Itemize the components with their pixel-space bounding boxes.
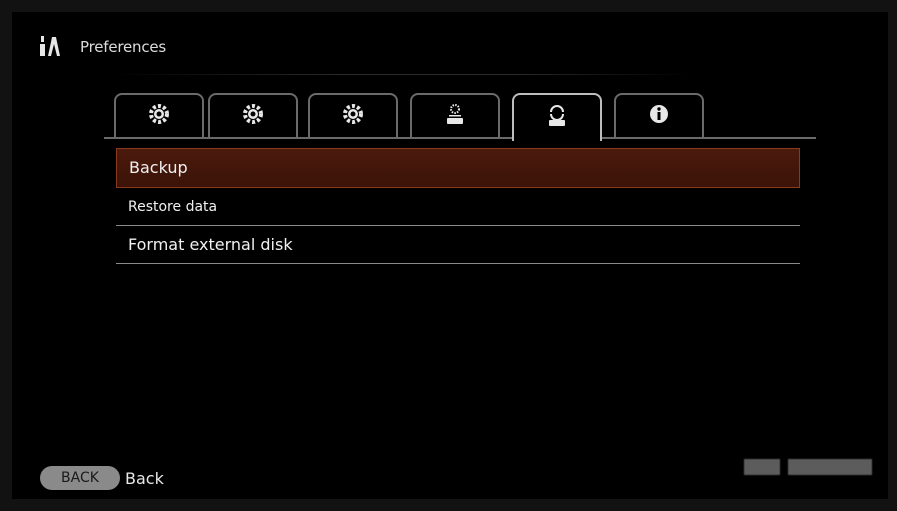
tab-settings-3[interactable] [308,93,398,137]
tab-information[interactable] [614,93,704,137]
menu-item-backup[interactable]: Backup [116,148,800,188]
header: Preferences [40,34,740,62]
obscured-text [744,459,780,475]
drive-refresh-icon [545,104,569,132]
obscured-text [788,459,872,475]
tab-bar [104,93,816,141]
gear-icon [147,102,171,130]
tab-settings-2[interactable] [208,93,298,137]
footer: BACK Back [40,466,440,494]
tab-general[interactable] [114,93,204,137]
back-label: Back [125,469,164,488]
tools-icon [40,36,62,56]
gear-3-icon [341,102,365,130]
info-icon [647,102,671,130]
menu-item-format-external-disk[interactable]: Format external disk [116,226,800,264]
header-divider [110,74,690,75]
tab-storage-settings[interactable] [410,93,500,137]
drive-settings-icon [443,102,467,130]
menu-list: Backup Restore data Format external disk [116,148,800,264]
back-key-button[interactable]: BACK [40,466,120,490]
page-title: Preferences [80,38,167,56]
tab-baseline [104,137,816,139]
gear-2-icon [241,102,265,130]
tab-storage-backup[interactable] [512,93,602,141]
menu-item-restore-data[interactable]: Restore data [116,188,800,226]
